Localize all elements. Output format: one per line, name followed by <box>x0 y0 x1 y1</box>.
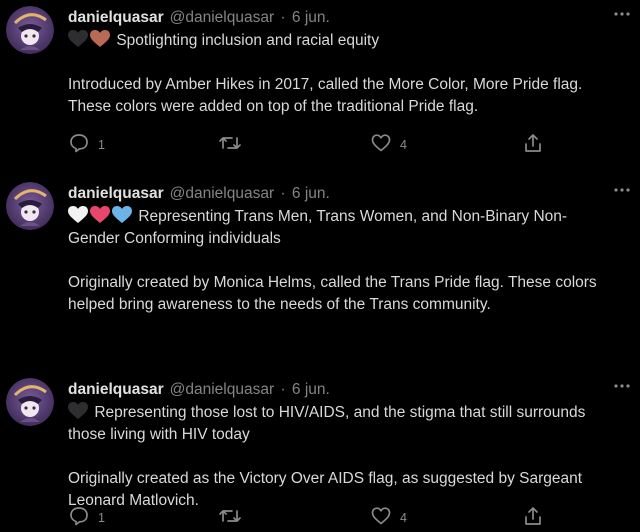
like-button[interactable]: 4 <box>370 133 407 157</box>
brown-heart-icon <box>90 30 110 48</box>
more-options-icon[interactable] <box>612 180 632 200</box>
tweet-date[interactable]: 6 jun. <box>292 381 330 398</box>
tweet-header: danielquasar @danielquasar · 6 jun. <box>68 8 330 28</box>
heart-icon <box>370 132 392 159</box>
tweet-line: Spotlighting inclusion and racial equity <box>116 32 380 49</box>
more-options-icon[interactable] <box>612 376 632 396</box>
tweet-line: Originally created as the Victory Over A… <box>68 470 583 487</box>
like-count: 4 <box>400 138 407 152</box>
display-name[interactable]: danielquasar <box>68 185 164 202</box>
tweet-date[interactable]: 6 jun. <box>292 9 330 26</box>
separator-dot: · <box>280 185 286 202</box>
tweet-line: Gender Conforming individuals <box>68 230 281 247</box>
retweet-icon <box>218 132 242 159</box>
tweet-line: These colors were added on top of the tr… <box>68 98 479 115</box>
tweet-text: Spotlighting inclusion and racial equity… <box>68 30 634 118</box>
tweet-text: Representing Trans Men, Trans Women, and… <box>68 206 634 316</box>
display-name[interactable]: danielquasar <box>68 381 164 398</box>
separator-dot: · <box>280 381 286 398</box>
retweet-button[interactable] <box>218 133 250 157</box>
avatar[interactable] <box>6 182 54 230</box>
separator-dot: · <box>280 9 286 26</box>
pink-heart-icon <box>90 206 110 224</box>
reply-count: 1 <box>98 138 105 152</box>
user-handle[interactable]: @danielquasar <box>170 381 275 398</box>
tweet-line: Leonard Matlovich. <box>68 492 199 509</box>
like-count: 4 <box>400 511 407 525</box>
share-button[interactable] <box>522 133 544 157</box>
tweet-header: danielquasar @danielquasar · 6 jun. <box>68 184 330 204</box>
tweet-actions: 1 4 <box>68 133 548 157</box>
reply-button[interactable]: 1 <box>68 133 105 157</box>
black-heart-icon <box>68 30 88 48</box>
reply-icon <box>68 132 90 159</box>
user-handle[interactable]: @danielquasar <box>170 9 275 26</box>
black-heart-icon <box>68 402 88 420</box>
tweet-line: Representing Trans Men, Trans Women, and… <box>138 208 568 225</box>
tweet-header: danielquasar @danielquasar · 6 jun. <box>68 380 330 400</box>
share-icon <box>522 132 544 159</box>
tweet-line: Representing those lost to HIV/AIDS, and… <box>94 404 586 421</box>
tweet-line: those living with HIV today <box>68 426 250 443</box>
display-name[interactable]: danielquasar <box>68 9 164 26</box>
tweet-line: helped bring awareness to the needs of t… <box>68 296 491 313</box>
light-blue-heart-icon <box>112 206 132 224</box>
avatar[interactable] <box>6 6 54 54</box>
white-heart-icon <box>68 206 88 224</box>
more-options-icon[interactable] <box>612 4 632 24</box>
tweet-text: Representing those lost to HIV/AIDS, and… <box>68 402 634 512</box>
tweet-date[interactable]: 6 jun. <box>292 185 330 202</box>
tweet-line: Introduced by Amber Hikes in 2017, calle… <box>68 76 583 93</box>
avatar[interactable] <box>6 378 54 426</box>
reply-count: 1 <box>98 511 105 525</box>
user-handle[interactable]: @danielquasar <box>170 185 275 202</box>
tweet-line: Originally created by Monica Helms, call… <box>68 274 597 291</box>
